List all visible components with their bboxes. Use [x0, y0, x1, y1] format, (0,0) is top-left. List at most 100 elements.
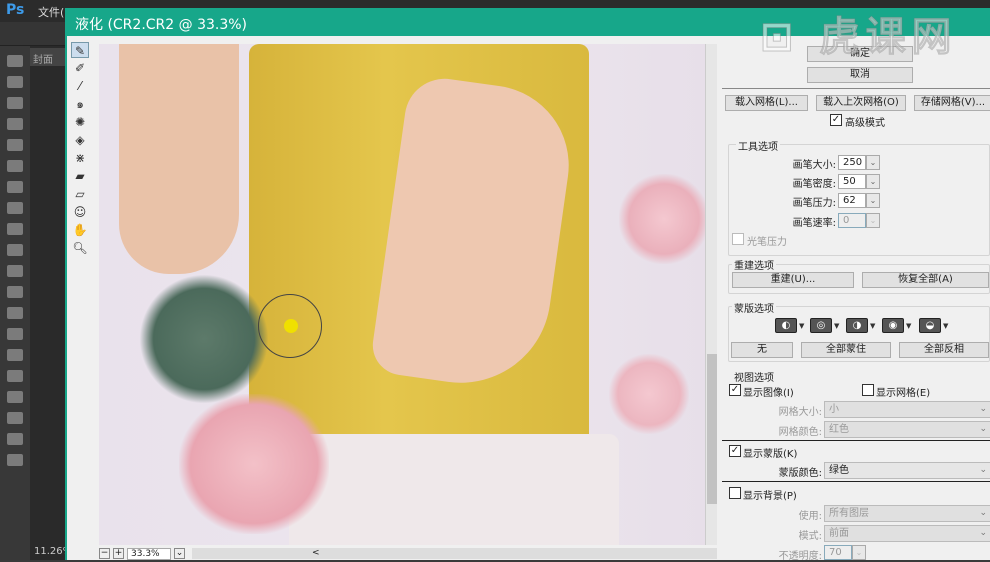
restore-all-button[interactable]: 恢复全部(A) [862, 272, 989, 288]
invert-all-button[interactable]: 全部反相 [899, 342, 989, 358]
healing-icon[interactable] [7, 181, 23, 193]
reconstruct-button[interactable]: 重建(U)... [732, 272, 854, 288]
blur-icon[interactable] [7, 307, 23, 319]
shape-icon[interactable] [7, 412, 23, 424]
advanced-mode-checkbox[interactable]: ✓ [830, 114, 842, 126]
chevron-down-icon[interactable]: ▼ [906, 322, 911, 330]
load-last-mesh-button[interactable]: 载入上次网格(O) [816, 95, 906, 111]
options-panel: 确定 取消 载入网格(L)... 载入上次网格(O) 存储网格(V)... ✓ … [722, 36, 990, 562]
leaves [139, 274, 269, 404]
path-select-icon[interactable] [7, 391, 23, 403]
eraser-icon[interactable] [7, 265, 23, 277]
pink-flower [609, 354, 689, 434]
use-value: 所有图层 [829, 508, 869, 519]
twirl-tool-icon[interactable]: ๑ [71, 96, 89, 112]
show-backdrop-checkbox[interactable] [729, 487, 741, 499]
brush-size-dropdown[interactable]: ⌄ [866, 155, 880, 170]
smooth-tool-icon[interactable]: ⁄ [71, 78, 89, 94]
eyedropper-icon[interactable] [7, 160, 23, 172]
cancel-button[interactable]: 取消 [807, 67, 913, 83]
zoom-out-button[interactable]: − [99, 548, 110, 559]
quick-select-icon[interactable] [7, 118, 23, 130]
opacity-dropdown: ⌄ [852, 545, 866, 560]
reconstruct-tool-icon[interactable]: ✐ [71, 60, 89, 76]
left-arm [119, 44, 239, 274]
hand-icon[interactable] [7, 433, 23, 445]
brush-density-label: 画笔密度: [792, 179, 836, 190]
brush-density-dropdown[interactable]: ⌄ [866, 174, 880, 189]
vertical-scrollbar[interactable] [705, 44, 717, 545]
mesh-color-value: 红色 [829, 424, 849, 435]
gradient-icon[interactable] [7, 286, 23, 298]
show-mesh-checkbox[interactable] [862, 384, 874, 396]
show-image-checkbox[interactable]: ✓ [729, 384, 741, 396]
forward-warp-tool-icon[interactable]: ✎ [71, 42, 89, 58]
chevron-down-icon: ⌄ [979, 508, 987, 518]
brush-pressure-dropdown[interactable]: ⌄ [866, 193, 880, 208]
use-select: 所有图层 ⌄ [824, 505, 990, 522]
move-tool-icon[interactable] [7, 55, 23, 67]
mesh-color-select: 红色 ⌄ [824, 421, 990, 438]
thaw-mask-tool-icon[interactable]: ▱ [71, 186, 89, 202]
intersect-selection-icon[interactable]: ◉ [882, 318, 904, 333]
image-canvas[interactable] [99, 44, 705, 545]
stamp-icon[interactable] [7, 223, 23, 235]
advanced-mode-label: 高级模式 [845, 118, 885, 129]
mode-label: 模式: [798, 531, 822, 542]
zoom-dropdown-icon[interactable]: ⌄ [174, 548, 185, 559]
brush-icon[interactable] [7, 202, 23, 214]
hand-tool-icon[interactable]: ✋ [71, 222, 89, 238]
show-backdrop-label: 显示背景(P) [743, 491, 797, 502]
chevron-down-icon[interactable]: ▼ [943, 322, 948, 330]
chevron-down-icon[interactable]: ▼ [834, 322, 839, 330]
type-icon[interactable] [7, 370, 23, 382]
mesh-color-label: 网格颜色: [778, 427, 822, 438]
mask-all-button[interactable]: 全部蒙住 [801, 342, 891, 358]
save-mesh-button[interactable]: 存储网格(V)... [914, 95, 990, 111]
white-pants [289, 434, 619, 545]
lasso-tool-icon[interactable] [7, 97, 23, 109]
bloat-tool-icon[interactable]: ◈ [71, 132, 89, 148]
brush-center-dot [284, 319, 298, 333]
show-mesh-label: 显示网格(E) [876, 388, 931, 399]
marquee-tool-icon[interactable] [7, 76, 23, 88]
scroll-left-button[interactable]: < [312, 548, 320, 558]
mesh-size-select: 小 ⌄ [824, 401, 990, 418]
document-tab[interactable]: 封面 [30, 48, 66, 66]
invert-selection-icon[interactable]: ◒ [919, 318, 941, 333]
history-brush-icon[interactable] [7, 244, 23, 256]
pen-icon[interactable] [7, 349, 23, 361]
mask-color-value: 绿色 [829, 465, 849, 476]
face-tool-icon[interactable]: ☺ [71, 204, 89, 220]
brush-density-input[interactable]: 50 [838, 174, 866, 189]
zoom-select[interactable]: 33.3% [127, 547, 171, 560]
subtract-from-selection-icon[interactable]: ◑ [846, 318, 868, 333]
crop-tool-icon[interactable] [7, 139, 23, 151]
mask-color-select[interactable]: 绿色 ⌄ [824, 462, 990, 479]
zoom-icon[interactable] [7, 454, 23, 466]
brush-pressure-input[interactable]: 62 [838, 193, 866, 208]
chevron-down-icon[interactable]: ▼ [870, 322, 875, 330]
brush-size-input[interactable]: 250 [838, 155, 866, 170]
mask-options-title: 蒙版选项 [732, 300, 776, 315]
zoom-in-button[interactable]: + [113, 548, 124, 559]
dodge-icon[interactable] [7, 328, 23, 340]
show-image-label: 显示图像(I) [743, 388, 794, 399]
horizontal-scrollbar[interactable]: < [192, 548, 717, 559]
load-mesh-button[interactable]: 载入网格(L)... [725, 95, 808, 111]
show-mask-checkbox[interactable]: ✓ [729, 445, 741, 457]
stylus-pressure-checkbox [732, 233, 744, 245]
photoshop-logo: Ps [6, 2, 25, 18]
chevron-down-icon: ⌄ [979, 424, 987, 434]
zoom-bar: − + 33.3% ⌄ < [99, 547, 717, 560]
scroll-thumb[interactable] [707, 354, 717, 504]
mask-none-button[interactable]: 无 [731, 342, 793, 358]
zoom-tool-icon[interactable]: 🔍︎ [71, 240, 89, 256]
freeze-mask-tool-icon[interactable]: ▰ [71, 168, 89, 184]
chevron-down-icon[interactable]: ▼ [799, 322, 804, 330]
stylus-pressure-label: 光笔压力 [747, 237, 787, 248]
replace-selection-icon[interactable]: ◐ [775, 318, 797, 333]
push-left-tool-icon[interactable]: ⋇ [71, 150, 89, 166]
add-to-selection-icon[interactable]: ◎ [810, 318, 832, 333]
pucker-tool-icon[interactable]: ✺ [71, 114, 89, 130]
